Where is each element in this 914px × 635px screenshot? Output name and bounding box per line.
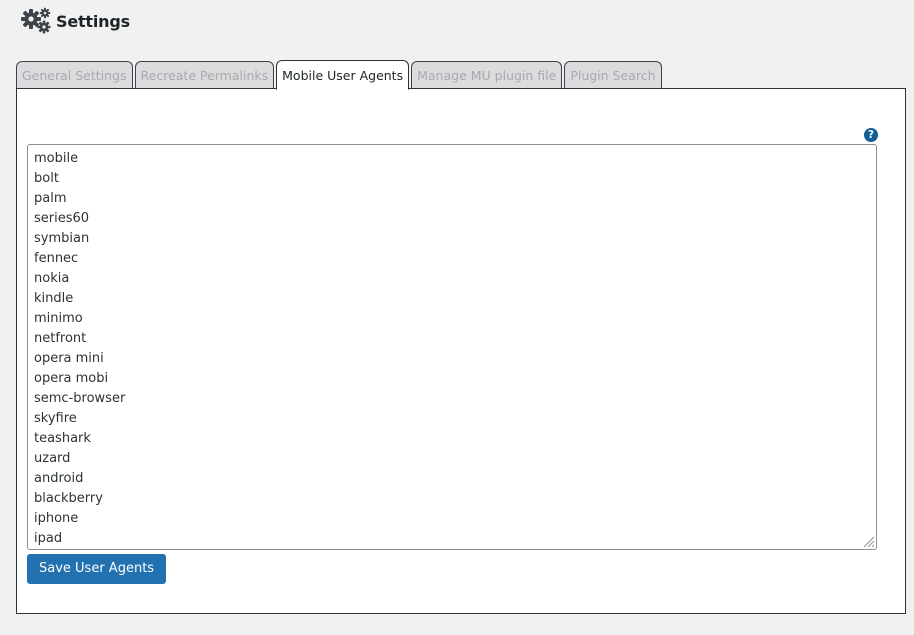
tab-mobile-user-agents[interactable]: Mobile User Agents [276, 60, 410, 90]
page-header: Settings [20, 6, 130, 36]
user-agent-line: uzard [34, 451, 71, 466]
gears-icon [21, 7, 51, 34]
user-agent-line: android [34, 471, 84, 486]
help-icon[interactable]: ? [864, 128, 878, 142]
user-agent-line: symbian [34, 231, 90, 246]
user-agent-line: nokia [34, 271, 70, 286]
user-agent-line: series60 [34, 211, 90, 226]
user-agent-line: fennec [34, 251, 79, 266]
settings-panel: ? mobile bolt palm series60 symbian fenn… [16, 88, 906, 614]
settings-tabs: General Settings Recreate Permalinks Mob… [16, 59, 664, 90]
user-agent-line: netfront [34, 331, 87, 346]
user-agent-line: mobile [34, 151, 79, 166]
user-agent-line: skyfire [34, 411, 77, 426]
user-agent-line: palm [34, 191, 67, 206]
user-agent-line: opera mobi [34, 371, 109, 386]
user-agent-line: iphone [34, 511, 79, 526]
tab-general-settings[interactable]: General Settings [16, 61, 133, 89]
user-agent-line: blackberry [34, 491, 103, 506]
user-agent-line: kindle [34, 291, 74, 306]
user-agent-line: teashark [34, 431, 91, 446]
page-title: Settings [56, 11, 130, 31]
tab-manage-mu-plugin-file[interactable]: Manage MU plugin file [411, 61, 563, 89]
tab-plugin-search[interactable]: Plugin Search [564, 61, 662, 89]
resize-handle-icon[interactable] [861, 534, 875, 548]
tab-recreate-permalinks[interactable]: Recreate Permalinks [134, 61, 275, 89]
save-user-agents-button[interactable]: Save User Agents [27, 554, 167, 584]
user-agent-line: opera mini [34, 351, 104, 366]
user-agent-line: ipad [34, 531, 63, 546]
user-agent-line: minimo [34, 311, 83, 326]
user-agent-line: bolt [34, 171, 59, 186]
user-agents-textarea[interactable]: mobile bolt palm series60 symbian fennec… [27, 144, 877, 550]
user-agent-line: semc-browser [34, 391, 126, 406]
